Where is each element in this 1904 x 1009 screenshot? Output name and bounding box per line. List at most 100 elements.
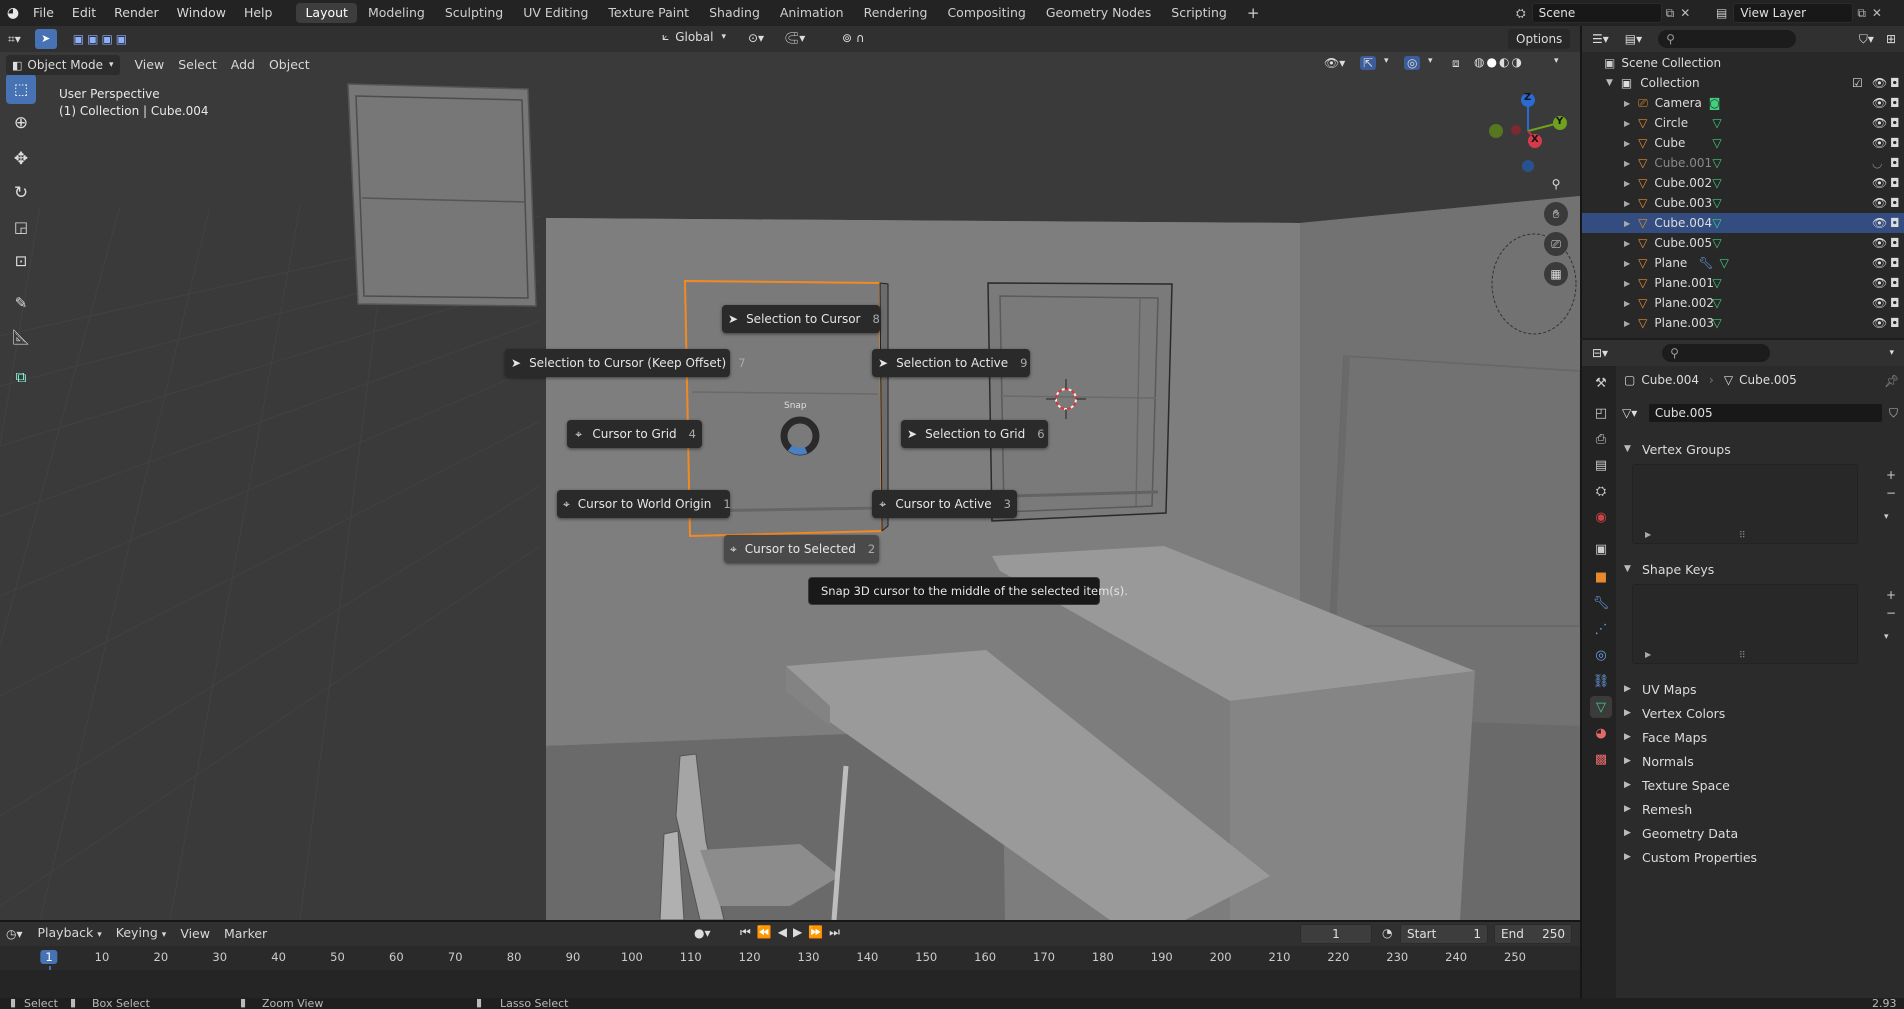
filter-icon[interactable]: ⛉▾ (1859, 32, 1874, 47)
list-resize-handle-icon[interactable]: ⠿ (1739, 531, 1746, 541)
pie-selection-to-cursor-keep-offset[interactable]: ➤ Selection to Cursor (Keep Offset) 7 (505, 349, 746, 377)
pie-cursor-to-world-origin[interactable]: ⌖ Cursor to World Origin 1 (557, 490, 731, 518)
pie-selection-to-cursor[interactable]: ➤ Selection to Cursor 8 (722, 305, 880, 333)
render-tab[interactable]: ◰ (1590, 402, 1612, 424)
list-expand-icon[interactable]: ▶ (1645, 650, 1651, 659)
tool-tab[interactable]: ⚒ (1590, 372, 1612, 394)
scene-tab[interactable]: ⛭ (1590, 480, 1612, 502)
snap-icon[interactable]: 🧲︎▾ (784, 31, 805, 45)
select-tool-icon[interactable]: ➤ (34, 29, 57, 49)
mesh-browse-icon[interactable]: ▽▾ (1622, 406, 1648, 420)
chevron-down-icon[interactable]: ▾ (1889, 348, 1894, 358)
menu-edit[interactable]: Edit (63, 0, 105, 26)
remove-shape-key-icon[interactable]: − (1886, 606, 1896, 620)
tab-rendering[interactable]: Rendering (855, 3, 937, 23)
outliner-item[interactable]: ▶ ▽ Cube.004 ▽ 👁︎ ◘ (1582, 213, 1904, 233)
outliner-item[interactable]: ▶ ▽ Cube.001 ▽ ◡ ◘ (1582, 153, 1904, 173)
select-box-tool[interactable]: ⬚ (6, 74, 36, 104)
collection-tab[interactable]: ▣ (1590, 538, 1612, 560)
pie-cursor-to-grid[interactable]: ⌖ Cursor to Grid 4 (567, 420, 702, 448)
panel-geometry-data[interactable]: ▶ Geometry Data (1616, 822, 1904, 844)
pie-selection-to-grid[interactable]: ➤ Selection to Grid 6 (901, 420, 1048, 448)
camera-icon[interactable]: ◘ (1890, 216, 1900, 230)
timeline-menu-view[interactable]: View (173, 924, 217, 944)
physics-tab[interactable]: ◎ (1590, 644, 1612, 666)
camera-icon[interactable]: ◘ (1890, 296, 1900, 310)
gizmo-toggle-icon[interactable]: ⇱ (1360, 56, 1377, 70)
outliner-item[interactable]: ▶ ▽ Cube ▽ 👁︎ ◘ (1582, 133, 1904, 153)
particles-tab[interactable]: ⋰ (1590, 618, 1612, 640)
outliner-item[interactable]: ▶ ⎚ Camera ◙ 👁︎ ◘ (1582, 93, 1904, 113)
camera-icon[interactable]: ◘ (1890, 316, 1900, 330)
chevron-down-icon[interactable]: ▾ (1384, 56, 1389, 66)
eye-icon[interactable]: ◡ (1872, 156, 1882, 170)
outliner-item[interactable]: ▶ ▽ Cube.005 ▽ 👁︎ ◘ (1582, 233, 1904, 253)
mesh-data-icon[interactable]: ▽ (1712, 156, 1721, 170)
blender-logo-icon[interactable]: ◕ (2, 5, 24, 21)
expand-arrow-icon[interactable]: ▶ (1624, 199, 1630, 208)
menu-window[interactable]: Window (168, 0, 235, 26)
scene-selector[interactable]: ⛭ Scene ⧉ ✕ (1516, 3, 1690, 23)
panel-shape-keys[interactable]: ▼ Shape Keys (1616, 558, 1904, 580)
tab-animation[interactable]: Animation (771, 3, 853, 23)
current-frame-field[interactable]: 1 (1300, 924, 1372, 944)
mesh-data-icon[interactable]: ▽ (1712, 116, 1721, 130)
eye-icon[interactable]: 👁︎ (1872, 276, 1887, 290)
mesh-datablock-selector[interactable]: ▽▾ Cube.005 ⛉ (1622, 402, 1898, 424)
panel-uv-maps[interactable]: ▶ UV Maps (1616, 678, 1904, 700)
viewport-menu-select[interactable]: Select (171, 55, 224, 75)
properties-editor-icon[interactable]: ⊟▾ (1592, 346, 1608, 360)
display-mode-icon[interactable]: ▤▾ (1625, 32, 1642, 46)
timeline-area[interactable] (0, 970, 1580, 998)
camera-icon[interactable]: ◘ (1890, 176, 1900, 190)
viewport-menu-add[interactable]: Add (224, 55, 262, 75)
panel-face-maps[interactable]: ▶ Face Maps (1616, 726, 1904, 748)
shape-key-menu-icon[interactable]: ▾ (1884, 632, 1889, 642)
timeline-menu-keying[interactable]: Keying ▾ (109, 923, 174, 945)
outliner-item[interactable]: ▶ ▽ Circle ▽ 👁︎ ◘ (1582, 113, 1904, 133)
shape-keys-list[interactable]: ▶ ⠿ (1632, 584, 1858, 664)
mesh-data-icon[interactable]: ▽ (1712, 196, 1721, 210)
expand-arrow-icon[interactable]: ▶ (1624, 99, 1630, 108)
cursor-tool[interactable]: ⊕ (6, 108, 36, 138)
playback-controls[interactable]: ⏮⏪◀▶⏩⏭ (740, 925, 846, 940)
rotate-tool[interactable]: ↻ (6, 178, 36, 208)
eye-icon[interactable]: 👁︎ (1872, 256, 1887, 270)
expand-arrow-icon[interactable]: ▶ (1624, 239, 1630, 248)
texture-tab[interactable]: ▩ (1590, 748, 1612, 770)
fake-user-icon[interactable]: ⛉ (1889, 406, 1898, 421)
material-tab[interactable]: ◕ (1590, 722, 1612, 744)
camera-view-icon[interactable]: ⎚ (1544, 232, 1568, 256)
chevron-down-icon[interactable]: ▾ (1554, 56, 1559, 66)
expand-arrow-icon[interactable]: ▼ (1606, 78, 1613, 88)
checkbox-icon[interactable]: ☑ (1852, 76, 1863, 90)
tab-shading[interactable]: Shading (700, 3, 769, 23)
new-collection-icon[interactable]: ⊞ (1886, 32, 1896, 46)
expand-arrow-icon[interactable]: ▶ (1624, 119, 1630, 128)
timeline-editor-icon[interactable]: ◷▾ (6, 927, 23, 941)
delete-scene-icon[interactable]: ✕ (1680, 6, 1690, 20)
panel-texture-space[interactable]: ▶ Texture Space (1616, 774, 1904, 796)
timeline-menu-playback[interactable]: Playback ▾ (31, 923, 109, 945)
tab-sculpting[interactable]: Sculpting (436, 3, 512, 23)
remove-vertex-group-icon[interactable]: − (1886, 486, 1896, 500)
eye-icon[interactable]: 👁︎ (1872, 176, 1887, 190)
mesh-data-icon[interactable]: ▽ (1720, 256, 1729, 270)
delete-view-layer-icon[interactable]: ✕ (1872, 6, 1882, 20)
outliner-item[interactable]: ▶ ▽ Plane.001 ▽ 👁︎ ◘ (1582, 273, 1904, 293)
mesh-data-icon[interactable]: ▽ (1712, 236, 1721, 250)
zoom-view-icon[interactable]: ⚲ (1544, 172, 1568, 196)
mode-selector[interactable]: ◧ Object Mode ▾ (6, 55, 120, 75)
camera-icon[interactable]: ◘ (1890, 116, 1900, 130)
scene-collection-row[interactable]: ▣ Scene Collection (1582, 53, 1904, 73)
menu-file[interactable]: File (24, 0, 63, 26)
proportional-edit-icon[interactable]: ⊚ ∩ (842, 31, 865, 45)
shading-modes-icon[interactable]: ◍●◐◑ (1474, 55, 1524, 69)
properties-search-input[interactable]: ⚲ (1662, 344, 1771, 362)
camera-icon[interactable]: ◘ (1890, 236, 1900, 250)
select-mode-icons[interactable]: ▣▣▣▣ (73, 32, 130, 46)
transform-orientation[interactable]: ⟀ Global ▾ (662, 29, 726, 44)
pie-cursor-to-active[interactable]: ⌖ Cursor to Active 3 (872, 490, 1017, 518)
eye-icon[interactable]: 👁︎ (1872, 96, 1887, 110)
collection-row[interactable]: ▼ ▣ Collection ☑ 👁︎ ◘ (1582, 73, 1904, 93)
